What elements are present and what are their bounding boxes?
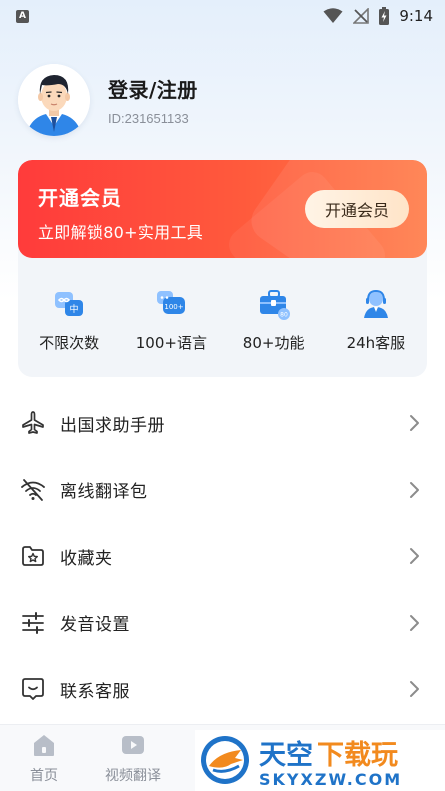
profile-screen: A 9:14 登录/注册 ID:231651133 开通会员 立即解锁80+实用… [0, 0, 445, 791]
avatar[interactable] [18, 64, 90, 136]
video-icon [122, 736, 144, 754]
feature-tools[interactable]: 80 80+功能 [226, 288, 322, 353]
feature-label: 80+功能 [242, 334, 305, 352]
sliders-icon [22, 611, 44, 634]
user-id: ID:231651133 [108, 111, 189, 126]
toolbox-icon: 80 [259, 290, 290, 320]
wifi-icon [323, 8, 343, 23]
chevron-right-icon [410, 481, 419, 498]
vip-banner[interactable]: 开通会员 立即解锁80+实用工具 开通会员 [18, 160, 427, 258]
notification-a-icon: A [16, 9, 29, 23]
svg-text:100+: 100+ [165, 303, 184, 311]
chat-bubble-icon [22, 678, 44, 701]
chevron-right-icon [410, 415, 419, 432]
svg-text:下载玩: 下载玩 [317, 740, 398, 771]
svg-text:80: 80 [280, 312, 288, 319]
chevron-right-icon [410, 614, 419, 631]
avatar-male-icon [18, 64, 90, 136]
watermark-logo: 天空 下载玩 SKYXZW.COM [195, 730, 445, 791]
status-bar: A 9:14 [0, 0, 445, 32]
svg-text:SKYXZW.COM: SKYXZW.COM [259, 770, 402, 789]
menu-item-contact-support[interactable]: 联系客服 [0, 656, 445, 723]
home-icon [34, 735, 54, 756]
menu-item-favorites[interactable]: 收藏夹 [0, 523, 445, 590]
feature-label: 100+语言 [135, 334, 207, 352]
feature-label: 不限次数 [39, 334, 100, 352]
battery-charging-icon [379, 7, 390, 25]
menu-item-pronunciation[interactable]: 发音设置 [0, 590, 445, 657]
feature-unlimited[interactable]: 中 不限次数 [21, 288, 117, 353]
menu-label: 收藏夹 [60, 548, 113, 569]
tab-label: 首页 [30, 768, 58, 784]
language-chat-icon: 100+ [157, 291, 186, 314]
customer-service-icon [363, 289, 388, 318]
svg-text:天空: 天空 [259, 739, 313, 771]
vip-card: 开通会员 立即解锁80+实用工具 开通会员 中 不限次数 100+ 100+语言… [18, 160, 427, 377]
login-register-link[interactable]: 登录/注册 [108, 74, 198, 103]
feature-support[interactable]: 24h客服 [328, 288, 424, 353]
menu-item-travel-help[interactable]: 出国求助手册 [0, 390, 445, 457]
profile-header[interactable]: 登录/注册 ID:231651133 [18, 64, 198, 136]
star-folder-icon [22, 546, 44, 567]
open-vip-button[interactable]: 开通会员 [305, 190, 409, 228]
settings-menu: 出国求助手册 离线翻译包 收藏夹 发音设置 联系客服 [0, 390, 445, 723]
menu-label: 联系客服 [60, 681, 130, 702]
infinity-translate-icon: 中 [55, 292, 84, 316]
menu-label: 离线翻译包 [60, 482, 148, 503]
vip-features: 中 不限次数 100+ 100+语言 80 80+功能 24h客服 [18, 258, 427, 353]
airplane-icon [22, 411, 44, 435]
tab-video-translate[interactable]: 视频翻译 [93, 731, 173, 785]
feature-label: 24h客服 [346, 334, 406, 352]
skyxzw-watermark-icon: 天空 下载玩 SKYXZW.COM [201, 736, 402, 789]
tab-home[interactable]: 首页 [4, 731, 84, 785]
clock: 9:14 [399, 7, 433, 25]
tab-label: 视频翻译 [105, 768, 161, 784]
chevron-right-icon [410, 681, 419, 698]
chevron-right-icon [410, 548, 419, 565]
menu-label: 出国求助手册 [60, 415, 165, 436]
feature-languages[interactable]: 100+ 100+语言 [123, 288, 219, 353]
no-signal-icon [353, 8, 370, 24]
svg-text:中: 中 [70, 303, 79, 315]
menu-item-offline-pack[interactable]: 离线翻译包 [0, 457, 445, 524]
offline-wifi-icon [21, 478, 45, 501]
menu-label: 发音设置 [60, 615, 130, 636]
